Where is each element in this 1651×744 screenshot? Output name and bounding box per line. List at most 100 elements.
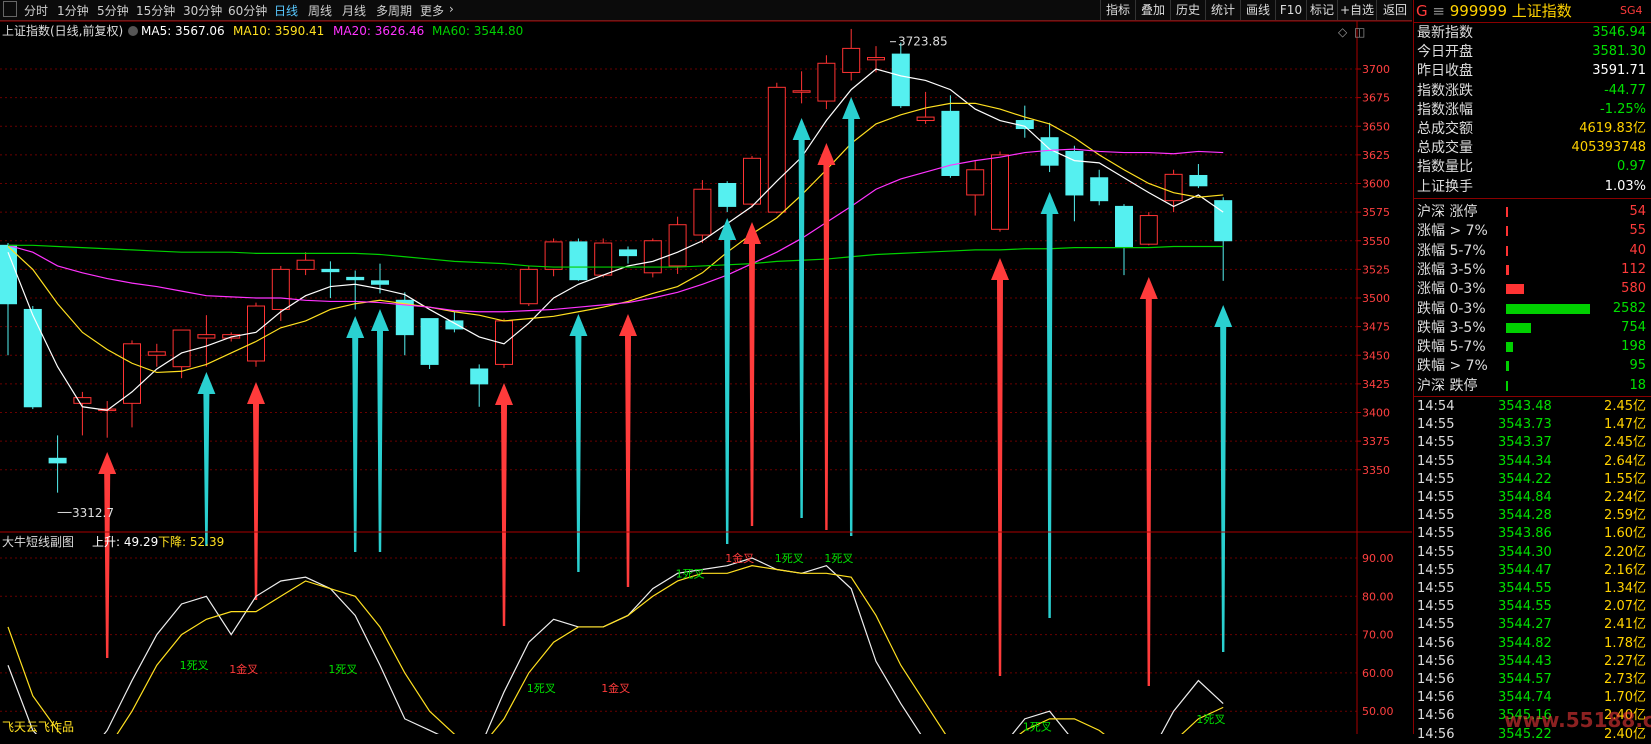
breadth-value: 18	[1629, 377, 1646, 393]
candle-body	[519, 268, 538, 305]
y-tick-label: 3700	[1362, 63, 1390, 76]
index-name: 上证指数	[1511, 2, 1572, 20]
cross-label: 1死叉	[1023, 721, 1052, 734]
quote-value: -44.77	[1604, 82, 1646, 98]
tick-amount: 1.47亿	[1604, 417, 1646, 433]
breadth-label: 涨幅 5-7%	[1417, 242, 1486, 259]
sell-arrow	[792, 118, 811, 518]
breadth-bar	[1506, 322, 1532, 333]
tick-row: 14:56 3544.43 2.27亿	[1414, 653, 1651, 671]
candle-body	[991, 154, 1009, 230]
breadth-label: 跌幅 3-5%	[1417, 319, 1486, 336]
cross-label: 1死叉	[180, 659, 209, 672]
y-tick-label: 3450	[1362, 349, 1390, 362]
quote-label: 上证换手	[1417, 178, 1473, 195]
candle-body	[197, 334, 216, 339]
tick-time: 14:56	[1417, 726, 1455, 742]
breadth-label: 沪深 跌停	[1417, 377, 1478, 394]
sub-up-label: 上升: 49.29	[92, 535, 158, 549]
candle-body	[743, 157, 761, 205]
tick-row: 14:55 3544.84 2.24亿	[1414, 489, 1651, 507]
tick-price: 3544.82	[1498, 635, 1552, 651]
candle-body	[73, 397, 92, 404]
candle-body	[23, 308, 42, 408]
tick-amount: 1.78亿	[1604, 635, 1646, 651]
breadth-row: 跌幅 0-3% 2582	[1414, 300, 1651, 318]
quote-value: 3546.94	[1592, 25, 1646, 40]
tick-row: 14:54 3543.48 2.45亿	[1414, 398, 1651, 416]
tick-time: 14:55	[1417, 581, 1455, 596]
settings-icon[interactable]	[128, 26, 138, 36]
breadth-row: 沪深 跌停 18	[1414, 377, 1651, 395]
resize-icon[interactable]: ◫	[1354, 25, 1365, 39]
tick-time: 14:56	[1417, 708, 1455, 724]
breadth-value: 54	[1629, 204, 1646, 219]
candle-body	[619, 249, 637, 257]
tick-price: 3543.86	[1498, 526, 1552, 542]
main-header: 上证指数(日线,前复权) MA5: 3567.06 MA10: 3590.41 …	[2, 23, 1365, 39]
ma5-label: MA5: 3567.06	[141, 24, 225, 38]
candle-body	[321, 268, 340, 273]
buy-arrow	[817, 143, 836, 530]
tick-time: 14:56	[1417, 672, 1455, 687]
quote-row: 今日开盘 3581.30	[1414, 43, 1651, 61]
tick-price: 3544.27	[1498, 617, 1552, 633]
tick-amount: 2.27亿	[1604, 653, 1646, 669]
sub-indicator: 1死叉1金叉1死叉1死叉1金叉1金叉1死叉1金叉1死叉1死叉1金叉1死叉1金叉1…	[7, 551, 1225, 734]
tick-row: 14:55 3544.34 2.64亿	[1414, 453, 1651, 471]
tick-time: 14:55	[1417, 453, 1455, 469]
tick-amount: 2.24亿	[1604, 490, 1646, 505]
quote-label: 指数涨跌	[1417, 82, 1473, 99]
y-tick-label: 3550	[1362, 235, 1390, 248]
tick-row: 14:56 3544.74 1.70亿	[1414, 689, 1651, 707]
quote-value: 3581.30	[1592, 44, 1646, 60]
candle-body	[346, 276, 365, 281]
cross-label: 1死叉	[1196, 713, 1225, 726]
tick-time: 14:56	[1417, 690, 1455, 706]
y-tick-label: 3575	[1362, 206, 1390, 219]
ma20-line	[7, 148, 1224, 313]
candle-body	[941, 110, 960, 176]
quote-value: 0.97	[1617, 159, 1646, 175]
buy-arrow	[98, 452, 117, 658]
candle-body	[1115, 205, 1133, 247]
candle-body	[817, 62, 836, 102]
quote-row: 昨日收盘 3591.71	[1414, 62, 1651, 80]
breadth-bar	[1506, 207, 1508, 217]
candle-body	[693, 188, 712, 236]
sell-arrow	[718, 218, 737, 544]
breadth-row: 沪深 涨停 54	[1414, 203, 1651, 221]
tick-amount: 2.64亿	[1604, 453, 1646, 469]
price-axis: 3350 3375 3400 3425 3450 3475 3500 3525 3550 3575…	[0, 20, 1412, 734]
ma10-label: MA10: 3590.41	[233, 24, 324, 38]
low-price-label: 3312.7	[72, 506, 114, 520]
tick-price: 3544.22	[1498, 471, 1552, 487]
buy-arrow	[495, 383, 513, 626]
menu-icon[interactable]: ≡	[1432, 2, 1449, 20]
sub-tick-label: 50.00	[1362, 705, 1394, 718]
tick-row: 14:55 3543.37 2.45亿	[1414, 434, 1651, 452]
quote-label: 最新指数	[1417, 25, 1473, 41]
quote-row: 最新指数 3546.94	[1414, 24, 1651, 42]
kline-chart[interactable]: 1死叉1金叉1死叉1死叉1金叉1金叉1死叉1金叉1死叉1死叉1金叉1死叉1金叉1…	[0, 0, 1412, 734]
diamond-icon[interactable]: ◇	[1338, 25, 1348, 39]
y-tick-label: 3375	[1362, 435, 1390, 448]
candle-body	[371, 280, 389, 285]
candle-body	[1214, 200, 1233, 242]
quote-label: 今日开盘	[1417, 44, 1473, 61]
tick-amount: 2.45亿	[1604, 399, 1646, 414]
tick-time: 14:55	[1417, 526, 1455, 542]
tick-price: 3544.34	[1498, 453, 1552, 469]
breadth-row: 涨幅 > 7% 55	[1414, 222, 1651, 240]
tick-time: 14:55	[1417, 471, 1455, 487]
sub-indicator-title: 大牛短线副图	[2, 534, 74, 549]
candle-body	[668, 224, 687, 267]
candle-body	[916, 116, 935, 122]
breadth-value: 2582	[1612, 300, 1646, 316]
quote-value: 3591.71	[1592, 63, 1646, 79]
breadth-bar	[1506, 361, 1510, 372]
breadth-bar	[1506, 380, 1508, 391]
tick-price: 3544.28	[1498, 508, 1552, 524]
breadth-row: 跌幅 3-5% 754	[1414, 319, 1651, 337]
breadth-value: 112	[1621, 261, 1646, 277]
